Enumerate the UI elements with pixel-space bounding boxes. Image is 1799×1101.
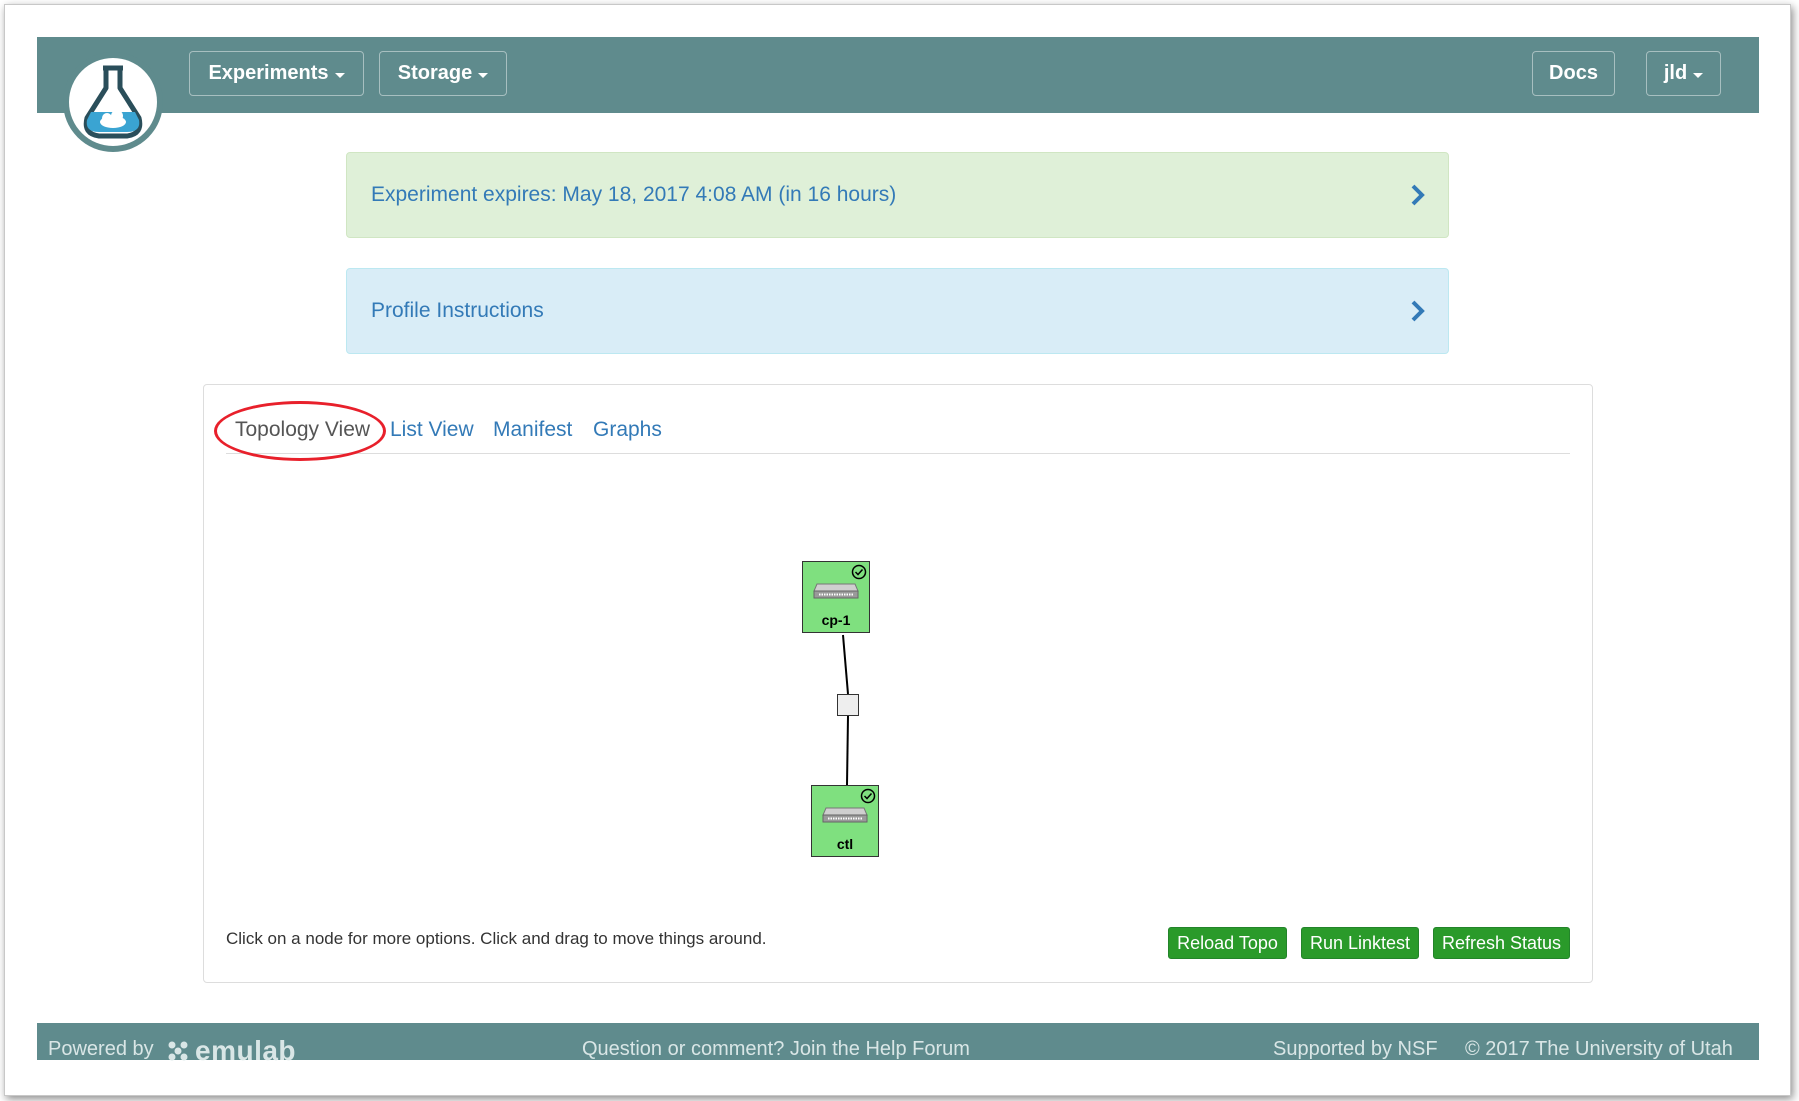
copyright-text: © 2017 The University of Utah — [1465, 1038, 1733, 1060]
lan-node[interactable] — [837, 694, 859, 716]
emulab-brand: emulab — [195, 1035, 297, 1066]
node-cp-1[interactable]: cp-1 — [802, 561, 870, 633]
nsf-text: Supported by NSF — [1273, 1038, 1438, 1060]
emulab-flower-icon — [168, 1041, 188, 1061]
emulab-logo[interactable]: emulab — [165, 1035, 296, 1067]
node-label: cp-1 — [821, 612, 851, 628]
run-linktest-button[interactable]: Run Linktest — [1301, 927, 1419, 959]
server-icon — [813, 583, 859, 599]
reload-topo-button[interactable]: Reload Topo — [1168, 927, 1287, 959]
refresh-status-button[interactable]: Refresh Status — [1433, 927, 1570, 959]
powered-by-text: Powered by — [48, 1038, 154, 1060]
node-label: ctl — [836, 836, 854, 852]
link-lan-ctl — [846, 715, 849, 786]
server-icon — [822, 807, 868, 823]
help-forum-link[interactable]: Question or comment? Join the Help Forum — [582, 1038, 970, 1061]
node-ctl[interactable]: ctl — [811, 785, 879, 857]
check-circle-icon — [860, 788, 876, 804]
check-circle-icon — [851, 564, 867, 580]
footer: Powered by emulab Question or comment? J… — [37, 1023, 1759, 1066]
topology-hint: Click on a node for more options. Click … — [226, 929, 767, 948]
link-cp1-lan — [842, 634, 849, 695]
